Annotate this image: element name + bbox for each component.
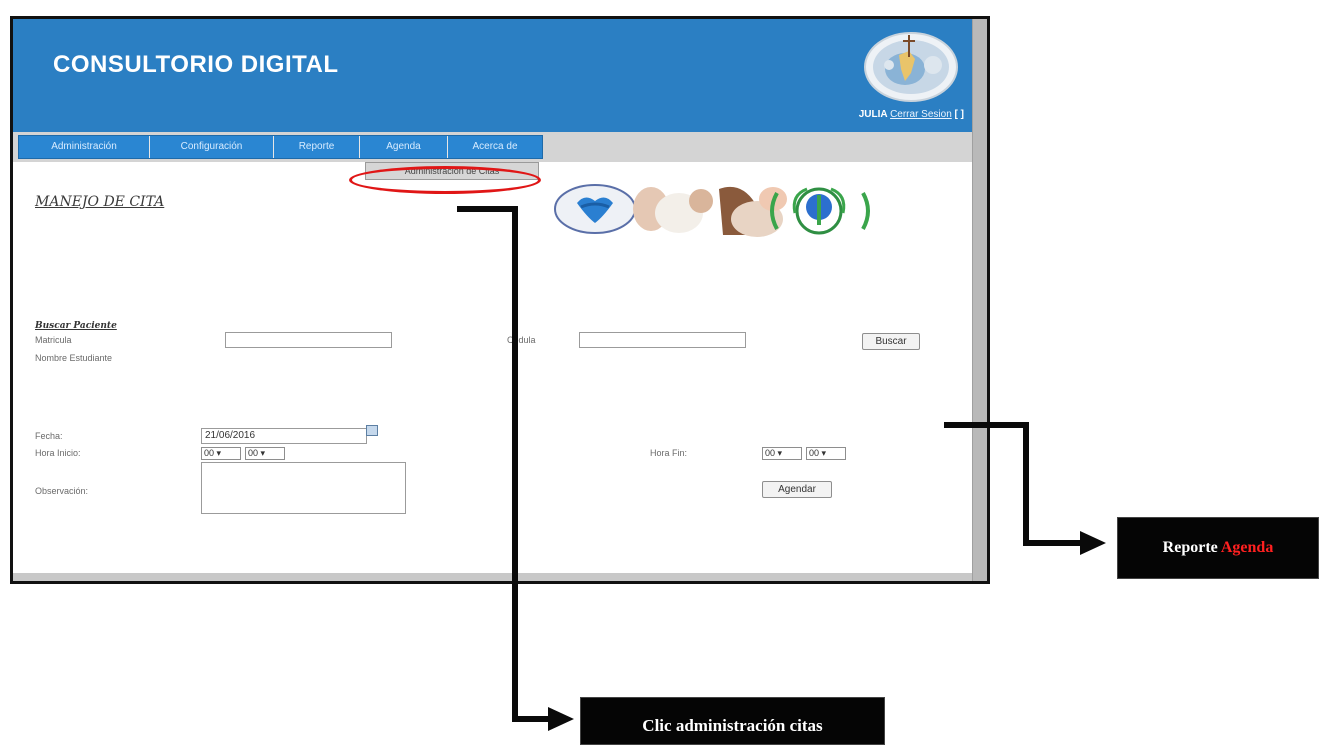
arrow-right-icon [548, 707, 574, 731]
connector-line-top [457, 206, 517, 212]
fecha-label: Fecha: [35, 431, 63, 441]
menu-reporte[interactable]: Reporte [274, 136, 360, 158]
app-header: CONSULTORIO DIGITAL JULIA Cerrar Sesion … [13, 19, 976, 132]
institution-logo [864, 32, 958, 102]
callout-reporte-word: Reporte [1162, 539, 1218, 556]
agendar-button[interactable]: Agendar [762, 481, 832, 498]
page-title: MANEJO DE CITA [35, 194, 165, 210]
app-title: CONSULTORIO DIGITAL [53, 51, 339, 78]
menu-administracion[interactable]: Administración [19, 136, 150, 158]
hora-inicio-hour-select[interactable]: 00 ▾ [201, 447, 241, 460]
menu-acerca-de[interactable]: Acerca de [448, 136, 542, 158]
main-menu: Administración Configuración Reporte Age… [18, 135, 543, 159]
user-name: JULIA [858, 109, 888, 120]
hora-fin-hour-select[interactable]: 00 ▾ [762, 447, 802, 460]
observacion-textarea[interactable] [201, 462, 406, 514]
cedula-input[interactable] [579, 332, 746, 348]
connector-line-reporte-vertical [1023, 422, 1029, 546]
hora-inicio-label: Hora Inicio: [35, 448, 81, 458]
vertical-scrollbar[interactable] [972, 19, 987, 581]
app-window: CONSULTORIO DIGITAL JULIA Cerrar Sesion … [10, 16, 990, 584]
connector-line-reporte-top [944, 422, 1029, 428]
menu-configuracion[interactable]: Configuración [150, 136, 274, 158]
buscar-button[interactable]: Buscar [862, 333, 920, 350]
callout-agenda-word: Agenda [1220, 539, 1274, 556]
connector-line-vertical [512, 206, 518, 722]
search-section-title: Buscar Paciente [35, 321, 117, 331]
connector-line-reporte-bottom [1023, 540, 1088, 546]
hora-inicio-minute-select[interactable]: 00 ▾ [245, 447, 285, 460]
menu-agenda[interactable]: Agenda [360, 136, 448, 158]
hora-fin-minute-select[interactable]: 00 ▾ [806, 447, 846, 460]
callout-reporte-agenda: Reporte Agenda [1117, 517, 1319, 579]
matricula-label: Matricula [35, 335, 72, 345]
user-area: JULIA Cerrar Sesion [ ] [859, 109, 964, 120]
user-brackets: [ ] [954, 109, 964, 120]
nombre-estudiante-label: Nombre Estudiante [35, 353, 113, 363]
fecha-input[interactable]: 21/06/2016 [201, 428, 367, 444]
arrow-right-icon [1080, 531, 1106, 555]
hora-fin-label: Hora Fin: [650, 448, 688, 458]
banner-image [554, 184, 870, 237]
red-highlight-ellipse [349, 166, 541, 194]
calendar-icon[interactable] [366, 425, 378, 436]
nav-strip: Administración Configuración Reporte Age… [13, 132, 976, 162]
frame-footer-bar [13, 573, 976, 581]
observacion-label: Observación: [35, 486, 89, 496]
callout-clic-administracion-citas: Clic administración citas [580, 697, 885, 745]
logout-link[interactable]: Cerrar Sesion [890, 109, 952, 120]
matricula-input[interactable] [225, 332, 392, 348]
